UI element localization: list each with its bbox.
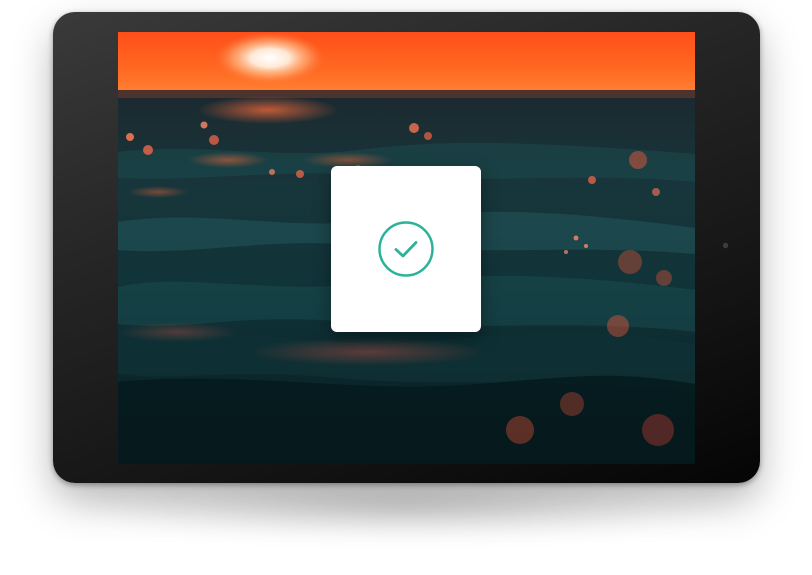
- device-mockup: [0, 0, 812, 575]
- tablet-frame: [53, 12, 760, 483]
- tablet-screen: [118, 32, 695, 464]
- success-dialog: [331, 166, 481, 332]
- camera-dot: [723, 243, 728, 248]
- check-circle-icon: [378, 221, 434, 277]
